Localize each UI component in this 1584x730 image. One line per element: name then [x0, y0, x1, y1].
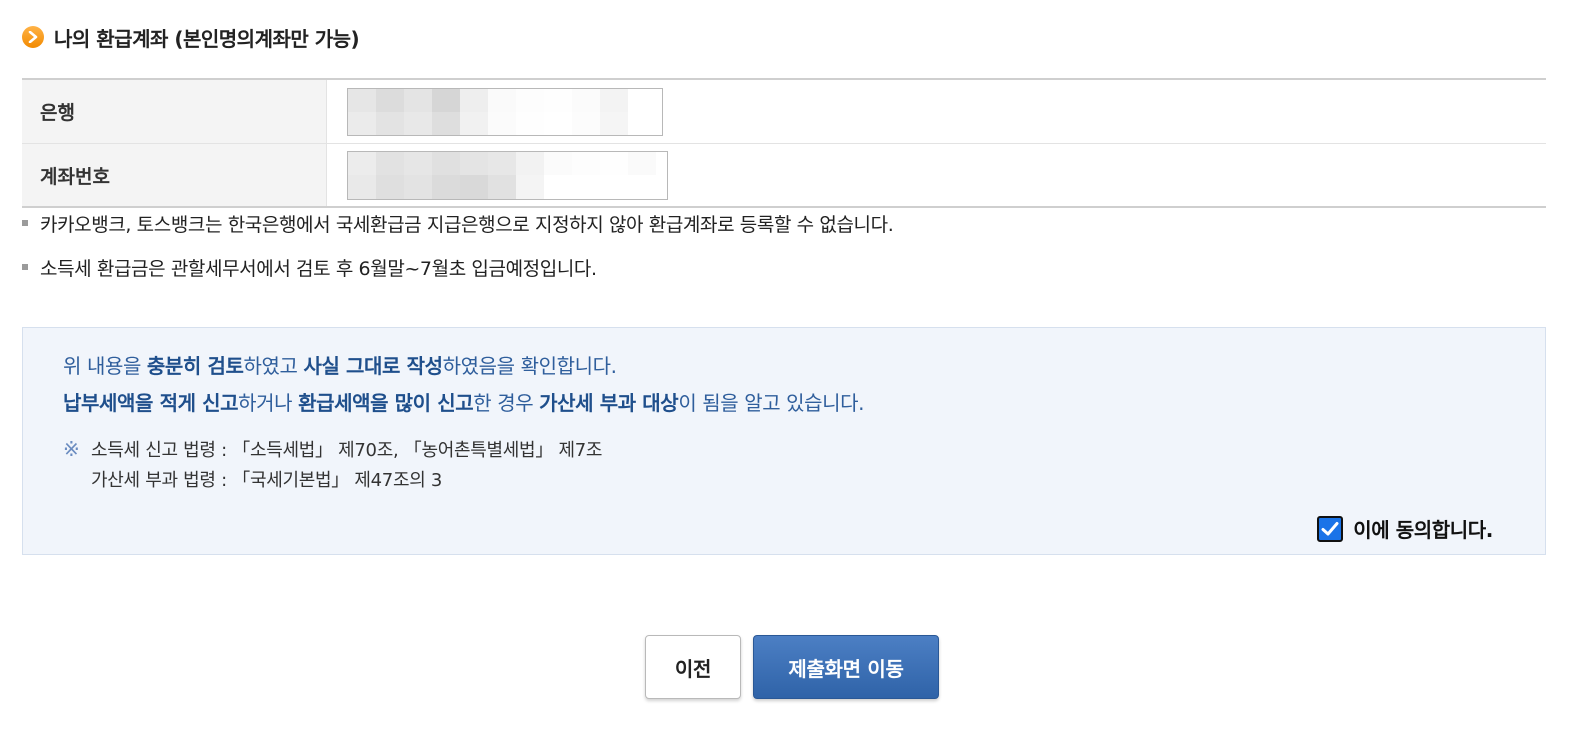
law-reference-text: 가산세 부과 법령 : 「국세기본법」 제47조의 3 — [91, 470, 443, 491]
confirmation-emphasis: 사실 그대로 작성 — [303, 354, 443, 378]
masked-account-value — [348, 152, 656, 199]
confirmation-emphasis: 충분히 검토 — [146, 354, 244, 378]
bank-select[interactable] — [347, 88, 663, 136]
bullet-square-icon — [22, 220, 28, 226]
go-to-submit-button[interactable]: 제출화면 이동 — [753, 635, 939, 699]
confirmation-emphasis: 납부세액을 적게 신고 — [63, 391, 239, 415]
confirmation-text: 하거나 — [238, 391, 299, 415]
agree-label[interactable]: 이에 동의합니다. — [1353, 514, 1493, 543]
confirmation-text: 위 내용을 — [63, 354, 147, 378]
action-buttons: 이전 제출화면 이동 — [0, 635, 1584, 699]
law-reference-1: ※ 소득세 신고 법령 : 「소득세법」 제70조, 「농어촌특별세법」 제7조 — [63, 436, 602, 462]
bank-row: 은행 — [22, 80, 1546, 143]
law-reference-text: 소득세 신고 법령 : 「소득세법」 제70조, 「농어촌특별세법」 제7조 — [91, 440, 603, 461]
chevron-right-circle-icon — [22, 26, 44, 48]
confirmation-text: 하였음을 확인합니다. — [442, 354, 617, 378]
confirmation-text: 하였고 — [243, 354, 304, 378]
refund-account-table: 은행 계좌번호 — [22, 78, 1546, 208]
notice-item: 소득세 환급금은 관할세무서에서 검토 후 6월말~7월초 입금예정입니다. — [22, 252, 893, 282]
section-header: 나의 환급계좌 (본인명의계좌만 가능) — [22, 24, 360, 51]
agree-checkbox-control[interactable]: 이에 동의합니다. — [1317, 514, 1493, 543]
confirmation-emphasis: 환급세액을 많이 신고 — [298, 391, 474, 415]
notice-text: 카카오뱅크, 토스뱅크는 한국은행에서 국세환급금 지급은행으로 지정하지 않아… — [40, 213, 894, 236]
masked-bank-value — [348, 89, 656, 135]
bank-label: 은행 — [22, 80, 327, 143]
account-number-cell — [327, 144, 1546, 206]
notice-list: 카카오뱅크, 토스뱅크는 한국은행에서 국세환급금 지급은행으로 지정하지 않아… — [22, 208, 894, 296]
confirmation-text: 이 됨을 알고 있습니다. — [678, 391, 865, 415]
prev-button[interactable]: 이전 — [645, 635, 741, 699]
bullet-square-icon — [22, 264, 28, 270]
confirmation-emphasis: 가산세 부과 대상 — [539, 391, 679, 415]
account-number-input[interactable] — [347, 151, 668, 200]
notice-item: 카카오뱅크, 토스뱅크는 한국은행에서 국세환급금 지급은행으로 지정하지 않아… — [22, 208, 894, 238]
law-reference-2: 가산세 부과 법령 : 「국세기본법」 제47조의 3 — [63, 466, 442, 492]
bank-cell — [327, 80, 1546, 143]
confirmation-line-1: 위 내용을 충분히 검토하였고 사실 그대로 작성하였음을 확인합니다. — [63, 350, 617, 379]
confirmation-text: 한 경우 — [473, 391, 540, 415]
confirmation-box: 위 내용을 충분히 검토하였고 사실 그대로 작성하였음을 확인합니다. 납부세… — [22, 327, 1546, 555]
section-title: 나의 환급계좌 (본인명의계좌만 가능) — [54, 26, 360, 51]
agree-checkbox[interactable] — [1317, 515, 1344, 542]
account-number-label: 계좌번호 — [22, 144, 327, 206]
account-number-row: 계좌번호 — [22, 143, 1546, 206]
notice-text: 소득세 환급금은 관할세무서에서 검토 후 6월말~7월초 입금예정입니다. — [40, 257, 597, 280]
confirmation-line-2: 납부세액을 적게 신고하거나 환급세액을 많이 신고한 경우 가산세 부과 대상… — [63, 387, 865, 416]
reference-mark-icon: ※ — [63, 437, 80, 461]
checkmark-icon — [1321, 521, 1339, 535]
